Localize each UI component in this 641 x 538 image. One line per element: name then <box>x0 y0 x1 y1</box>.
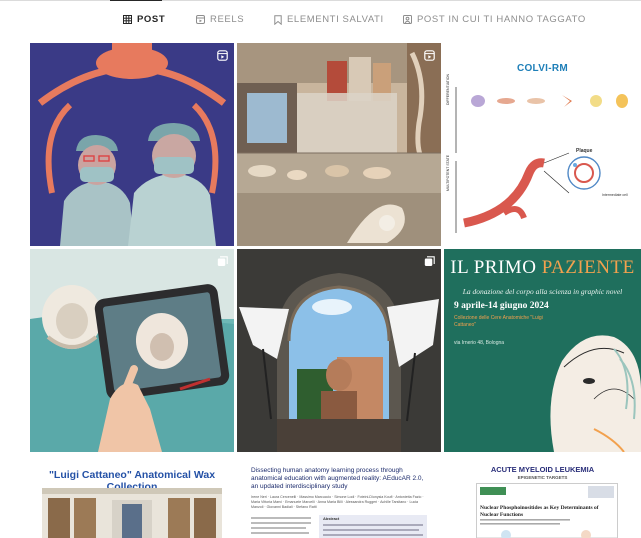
tagged-user-icon <box>403 15 412 24</box>
paper-title: Dissecting human anatomy learning proces… <box>251 467 424 490</box>
post-surgeons-illustration[interactable] <box>30 43 234 246</box>
colvi-diagram-image <box>455 87 628 233</box>
post-tablet-skull[interactable] <box>30 249 234 452</box>
poster-address: via Irnerio 48, Bologna <box>454 340 505 346</box>
carousel-icon <box>424 254 435 272</box>
poster-subtitle: La donazione del corpo alla scienza in g… <box>462 287 623 296</box>
tab-reels-label: REELS <box>210 14 245 25</box>
paper-authors: Irene Neri · Laura Cercenelli · Massimo … <box>251 495 424 509</box>
colvi-plaque-label: Plaque <box>576 148 593 154</box>
aml-headline: Nuclear Phosphoinositides as Key Determi… <box>480 505 599 518</box>
tablet-skull-image <box>30 249 234 452</box>
tab-saved[interactable]: ELEMENTI SALVATI <box>274 14 384 25</box>
post-wax-collection[interactable]: "Luigi Cattaneo" Anatomical Wax Collecti… <box>30 455 234 538</box>
poster-illustration <box>550 335 641 452</box>
aml-subtitle: EPIGENETIC TARGETS <box>517 475 568 480</box>
post-aml-epigenetic[interactable]: ACUTE MYELOID LEUKEMIA EPIGENETIC TARGET… <box>444 455 641 538</box>
poster-title-accent: PAZIENTE <box>541 257 635 278</box>
post-primo-paziente-poster[interactable]: IL PRIMO PAZIENTE La donazione del corpo… <box>444 249 641 452</box>
profile-tabs: POST REELS ELEMENTI SALVATI POST IN CUI … <box>0 14 641 36</box>
poster-dates: 9 aprile-14 giugno 2024 <box>454 301 549 311</box>
surgeons-illustration-image <box>30 43 234 246</box>
colvi-side-label-multipotent: MULTIPOTENT STATE <box>446 154 450 191</box>
reel-icon <box>424 48 435 66</box>
bookmark-icon <box>274 14 282 25</box>
post-aeducar-paper[interactable]: Dissecting human anatomy learning proces… <box>237 455 441 538</box>
tab-tagged-label: POST IN CUI TI HANNO TAGGATO <box>417 14 586 25</box>
active-tab-indicator <box>110 0 162 1</box>
tab-tagged[interactable]: POST IN CUI TI HANNO TAGGATO <box>403 14 586 25</box>
carousel-icon <box>217 254 228 272</box>
post-bust-photoshoot[interactable] <box>237 249 441 452</box>
poster-place: Collezione delle Cere Anatomiche "Luigi … <box>454 315 543 328</box>
tab-saved-label: ELEMENTI SALVATI <box>287 14 384 25</box>
colvi-intermediate-label: Intermediate cell <box>602 193 628 197</box>
wax-collection-photo <box>42 488 222 538</box>
tab-reels[interactable]: REELS <box>196 14 244 25</box>
poster-title-main: IL PRIMO <box>450 257 537 278</box>
reels-icon <box>196 15 205 24</box>
tab-posts-label: POST <box>137 14 166 25</box>
grid-icon <box>123 15 132 24</box>
post-museum-display[interactable] <box>237 43 441 246</box>
paper-abstract-label: Abstract <box>323 516 340 521</box>
poster-title: IL PRIMO PAZIENTE <box>444 257 641 279</box>
tab-divider <box>0 0 641 1</box>
colvi-side-label-differentiation: DIFFERENTIATION <box>446 73 450 105</box>
reel-icon <box>217 48 228 66</box>
aml-title: ACUTE MYELOID LEUKEMIA <box>490 465 595 474</box>
museum-display-image <box>237 43 441 246</box>
post-colvi-diagram[interactable]: COLVI-RM DIFFERENTIATION MULTIPOTENT STA… <box>444 43 641 246</box>
tab-posts[interactable]: POST <box>123 14 165 25</box>
bust-photoshoot-image <box>237 249 441 452</box>
